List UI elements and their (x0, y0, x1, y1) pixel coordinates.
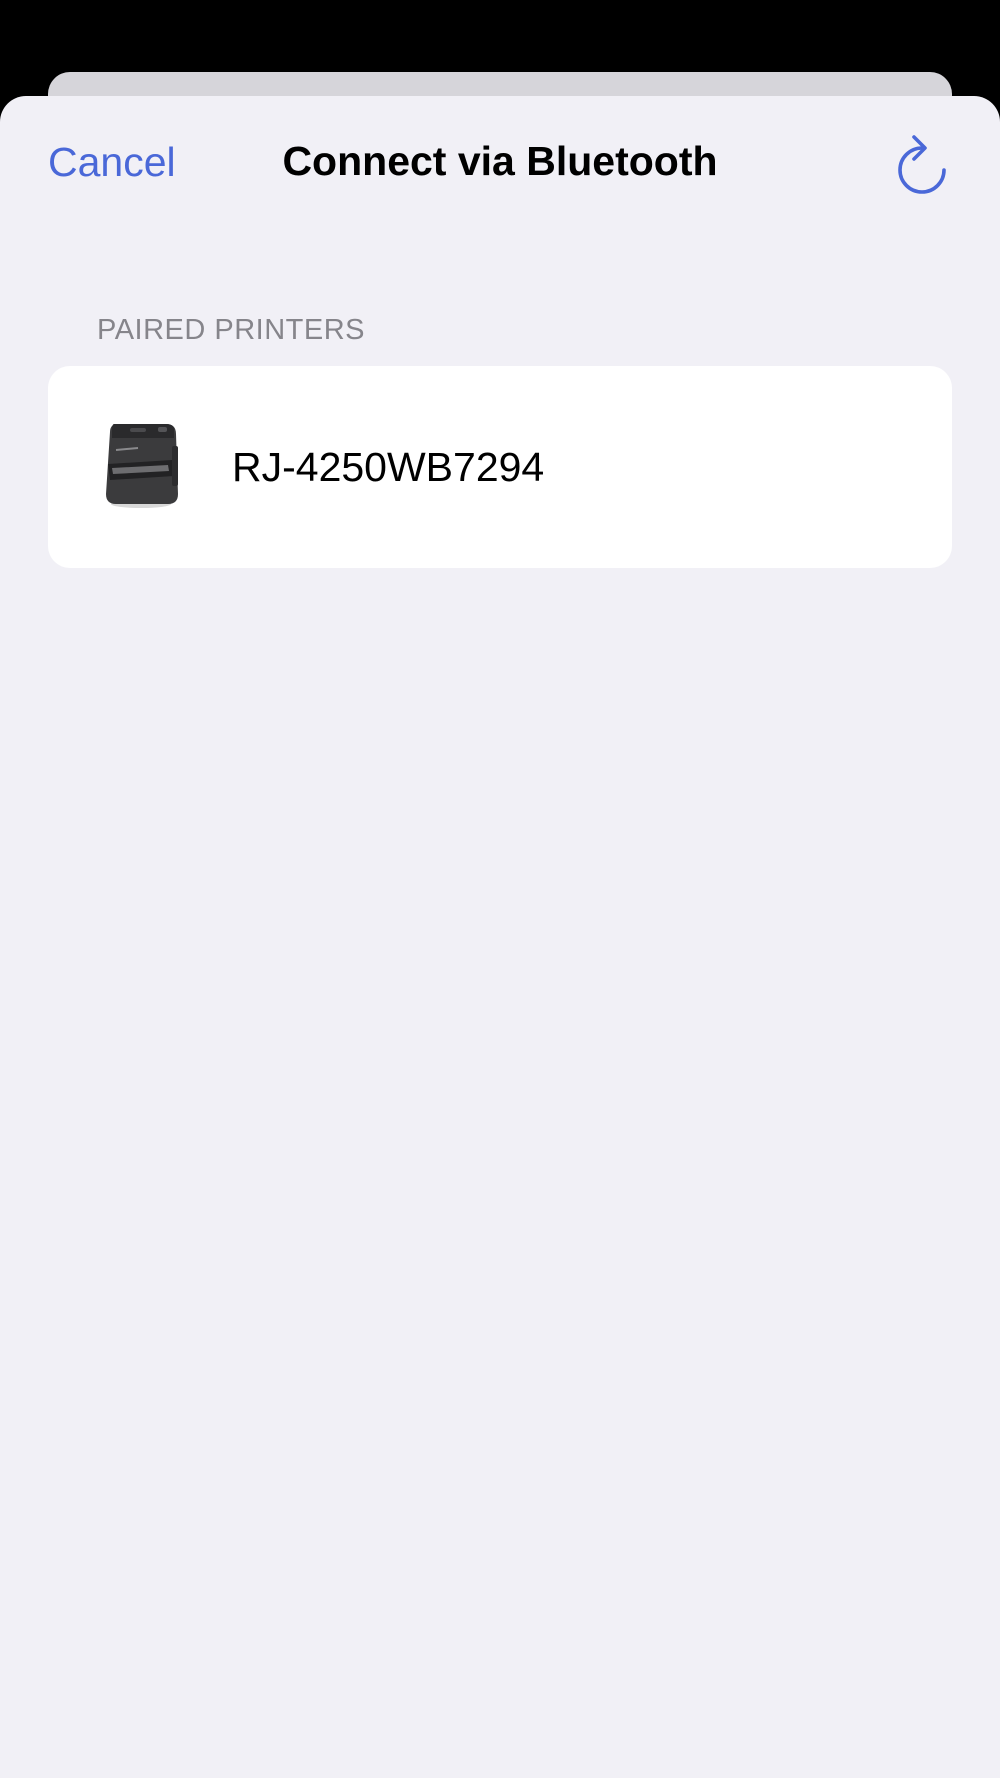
bluetooth-sheet: Cancel Connect via Bluetooth PAIRED PRIN… (0, 96, 1000, 1778)
printer-icon (100, 418, 182, 510)
page-title: Connect via Bluetooth (282, 138, 718, 184)
printer-name: RJ-4250WB7294 (232, 444, 545, 490)
refresh-button[interactable] (892, 134, 952, 198)
paired-printers-list: RJ-4250WB7294 (48, 366, 952, 568)
section-header-paired-printers: PAIRED PRINTERS (97, 314, 366, 346)
nav-bar: Cancel Connect via Bluetooth (0, 96, 1000, 236)
refresh-icon (898, 135, 946, 194)
screen: Cancel Connect via Bluetooth PAIRED PRIN… (0, 0, 1000, 1778)
list-item-printer[interactable]: RJ-4250WB7294 (48, 366, 952, 568)
cancel-button[interactable]: Cancel (48, 138, 176, 186)
